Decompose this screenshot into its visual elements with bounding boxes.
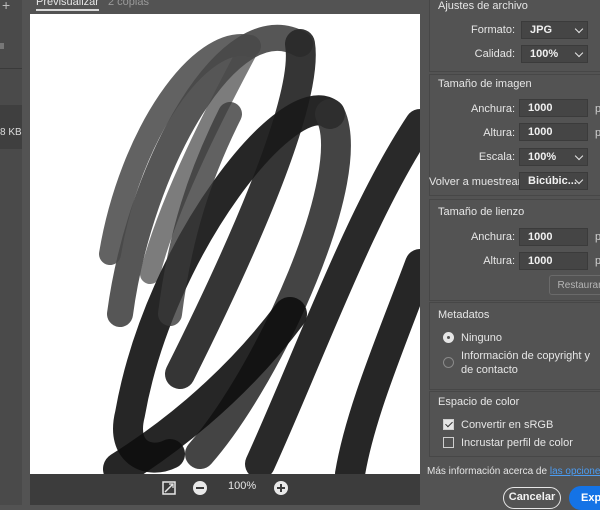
canvas-width-input[interactable]: 1000 [519,228,588,246]
embed-profile-label: Incrustar perfil de color [461,437,573,449]
more-info-label: Más información acerca de [427,466,548,477]
cancel-button[interactable]: Cancelar [503,487,561,509]
checkbox-convert-srgb[interactable] [443,419,454,430]
export-button[interactable]: Exportar [569,486,600,510]
checkbox-embed-profile[interactable] [443,437,454,448]
add-icon[interactable]: + [2,0,10,13]
zoom-in-icon[interactable] [274,481,288,495]
restore-button[interactable]: Restaurar [549,275,600,295]
metadata-copyright-label: Información de copyright y de contacto [461,350,591,376]
radio-metadata-copyright[interactable] [443,357,454,368]
resample-select[interactable]: Bicúbic... [519,172,588,190]
image-width-input[interactable]: 1000 [519,99,588,117]
left-panel-strip: + 8 KB [0,0,22,505]
scale-label: Escala: [478,151,515,163]
export-settings-panel: Ajustes de archivo Formato: JPG Calidad:… [425,0,600,510]
format-label: Formato: [470,24,515,36]
radio-metadata-none[interactable] [443,332,454,343]
canvas-width-label: Anchura: [470,231,515,243]
image-width-label: Anchura: [470,103,515,115]
convert-srgb-label: Convertir en sRGB [461,419,554,431]
file-size-label: 8 KB [0,127,22,138]
divider [0,68,22,69]
format-select[interactable]: JPG [521,21,588,39]
tab-preview[interactable]: Previsualizar [36,0,99,11]
preview-canvas [30,14,420,474]
scale-select[interactable]: 100% [519,148,588,166]
image-width-unit: p [595,103,600,115]
image-height-label: Altura: [483,127,515,139]
color-space-title: Espacio de color [438,396,520,408]
more-info-text: Más información acerca de las opciones d… [427,466,600,477]
metadata-none-label: Ninguno [461,332,502,344]
panel-marker-icon [0,43,4,49]
canvas-height-unit: p [595,255,600,267]
image-height-input[interactable]: 1000 [519,123,588,141]
quality-label: Calidad: [474,48,515,60]
image-height-unit: p [595,127,600,139]
zoom-toolbar: 100% [30,474,420,505]
resample-label: Volver a muestrear: [429,176,525,188]
metadata-title: Metadatos [438,309,490,321]
brush-stroke-artwork [99,24,420,474]
file-settings-title: Ajustes de archivo [438,0,528,12]
canvas-size-title: Tamaño de lienzo [438,206,525,218]
canvas-height-input[interactable]: 1000 [519,252,588,270]
canvas-width-unit: p [595,231,600,243]
image-size-title: Tamaño de imagen [438,78,532,90]
quality-select[interactable]: 100% [521,45,588,63]
tab-two-copies[interactable]: 2 copias [108,0,149,8]
canvas-height-label: Altura: [483,255,515,267]
fit-to-screen-icon[interactable] [162,481,176,495]
zoom-out-icon[interactable] [193,481,207,495]
zoom-level-label: 100% [228,480,257,492]
export-options-link[interactable]: las opciones de [550,466,600,477]
